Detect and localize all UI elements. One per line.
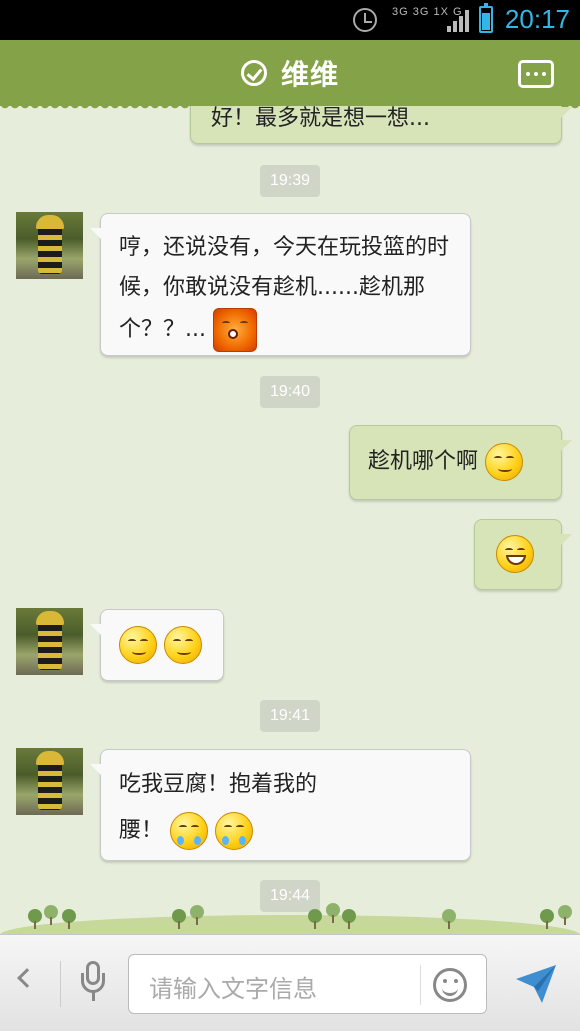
avatar[interactable]: [16, 748, 83, 815]
more-dots-icon[interactable]: [518, 60, 554, 88]
signal-icon: [447, 8, 469, 32]
divider: [60, 961, 61, 1007]
message-bubble[interactable]: 趁机哪个啊: [349, 425, 572, 500]
grin-emoji-icon: [496, 535, 534, 573]
message-text: 哼，还说没有，今天在玩投篮的时候，你敢说没有趁机......趁机那个？？...: [119, 235, 450, 342]
chat-list[interactable]: 好！最多就是想一想... 19:39 哼，还说没有，今天在玩投篮的时候，你敢说没…: [0, 106, 580, 934]
crying-emoji-icon: [170, 812, 209, 850]
timestamp: 19:39: [260, 165, 320, 197]
angry-emoji-icon: [212, 308, 257, 352]
shy-emoji-icon: [164, 626, 202, 664]
battery-icon: [479, 3, 493, 33]
contact-name: 维维: [280, 58, 339, 91]
send-icon[interactable]: [514, 961, 558, 1005]
chat-header: 维维: [0, 40, 580, 112]
avatar[interactable]: [16, 212, 83, 279]
avatar[interactable]: [16, 608, 83, 675]
dizzy-emoji-icon: [485, 443, 524, 481]
status-clock: 20:17: [504, 4, 570, 34]
message-text: 趁机哪个啊: [368, 449, 479, 474]
message-bubble-emoji[interactable]: [90, 609, 224, 681]
message-bubble-emoji[interactable]: [474, 519, 572, 590]
back-arrow-icon[interactable]: [17, 968, 37, 988]
timestamp: 19:41: [260, 700, 320, 732]
microphone-icon[interactable]: [81, 961, 105, 1005]
divider: [420, 965, 421, 1005]
check-circle-icon: [240, 60, 267, 86]
timestamp: 19:44: [260, 880, 320, 912]
timestamp: 19:40: [260, 376, 320, 408]
crying-emoji-icon: [215, 812, 254, 850]
message-bubble[interactable]: 吃我豆腐！抱着我的腰！: [90, 749, 471, 861]
shy-emoji-icon: [119, 626, 157, 664]
alarm-icon: [353, 8, 377, 32]
status-bar: 3G 3G 1X G 20:17: [0, 0, 580, 40]
smiley-icon[interactable]: [433, 968, 467, 1002]
input-bar: 请输入文字信息: [0, 934, 580, 1031]
message-text: 好！最多就是想一想...: [211, 106, 430, 131]
message-bubble[interactable]: 哼，还说没有，今天在玩投篮的时候，你敢说没有趁机......趁机那个？？...: [90, 213, 471, 356]
message-bubble-partial[interactable]: 好！最多就是想一想...: [190, 106, 572, 144]
